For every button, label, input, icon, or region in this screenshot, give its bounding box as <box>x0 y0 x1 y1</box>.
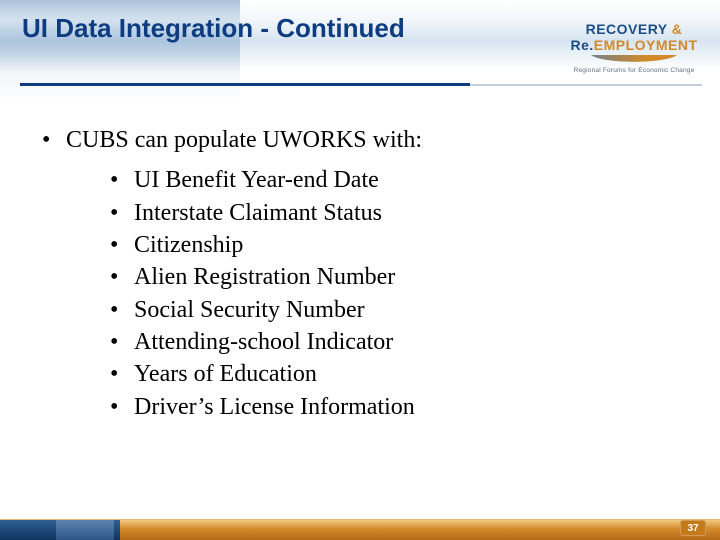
logo-swoosh-icon <box>575 55 693 67</box>
list-item: Driver’s License Information <box>108 393 680 421</box>
footer-blue-mid <box>56 520 114 540</box>
list-item-text: Driver’s License Information <box>134 394 415 420</box>
logo-employment-word: EMPLOYMENT <box>594 37 698 53</box>
recovery-reemployment-logo: RECOVERY & Re.EMPLOYMENT Regional Forums… <box>564 8 704 86</box>
list-item: Citizenship <box>108 231 680 259</box>
slide-title: UI Data Integration - Continued <box>0 0 522 43</box>
sub-bullet-list: UI Benefit Year-end Date Interstate Clai… <box>66 154 680 421</box>
slide-body: CUBS can populate UWORKS with: UI Benefi… <box>0 100 720 421</box>
list-item: UI Benefit Year-end Date <box>108 166 680 194</box>
list-item: Attending-school Indicator <box>108 328 680 356</box>
lead-text: CUBS can populate UWORKS with: <box>66 127 422 153</box>
slide-footer: 37 <box>0 506 720 540</box>
list-item: Interstate Claimant Status <box>108 199 680 227</box>
title-underline <box>20 83 470 86</box>
logo-re-prefix: Re. <box>570 37 593 53</box>
list-item-text: Attending-school Indicator <box>134 329 393 355</box>
list-item: Years of Education <box>108 360 680 388</box>
list-item-text: Alien Registration Number <box>134 264 395 290</box>
list-item-text: Citizenship <box>134 232 243 258</box>
logo-tagline: Regional Forums for Economic Change <box>574 67 695 74</box>
list-item: Social Security Number <box>108 296 680 324</box>
slide-header: UI Data Integration - Continued RECOVERY… <box>0 0 720 100</box>
lead-bullet: CUBS can populate UWORKS with: UI Benefi… <box>40 126 680 421</box>
logo-ampersand: & <box>667 21 682 37</box>
list-item: Alien Registration Number <box>108 263 680 291</box>
list-item-text: Years of Education <box>134 361 317 387</box>
list-item-text: UI Benefit Year-end Date <box>134 167 379 193</box>
logo-line-2: Re.EMPLOYMENT <box>570 37 697 53</box>
page-number-badge: 37 <box>680 520 706 536</box>
top-bullet-list: CUBS can populate UWORKS with: UI Benefi… <box>40 126 680 421</box>
logo-recovery-word: RECOVERY <box>586 21 668 37</box>
logo-line-1: RECOVERY & <box>586 21 683 37</box>
list-item-text: Social Security Number <box>134 297 365 323</box>
list-item-text: Interstate Claimant Status <box>134 200 382 226</box>
